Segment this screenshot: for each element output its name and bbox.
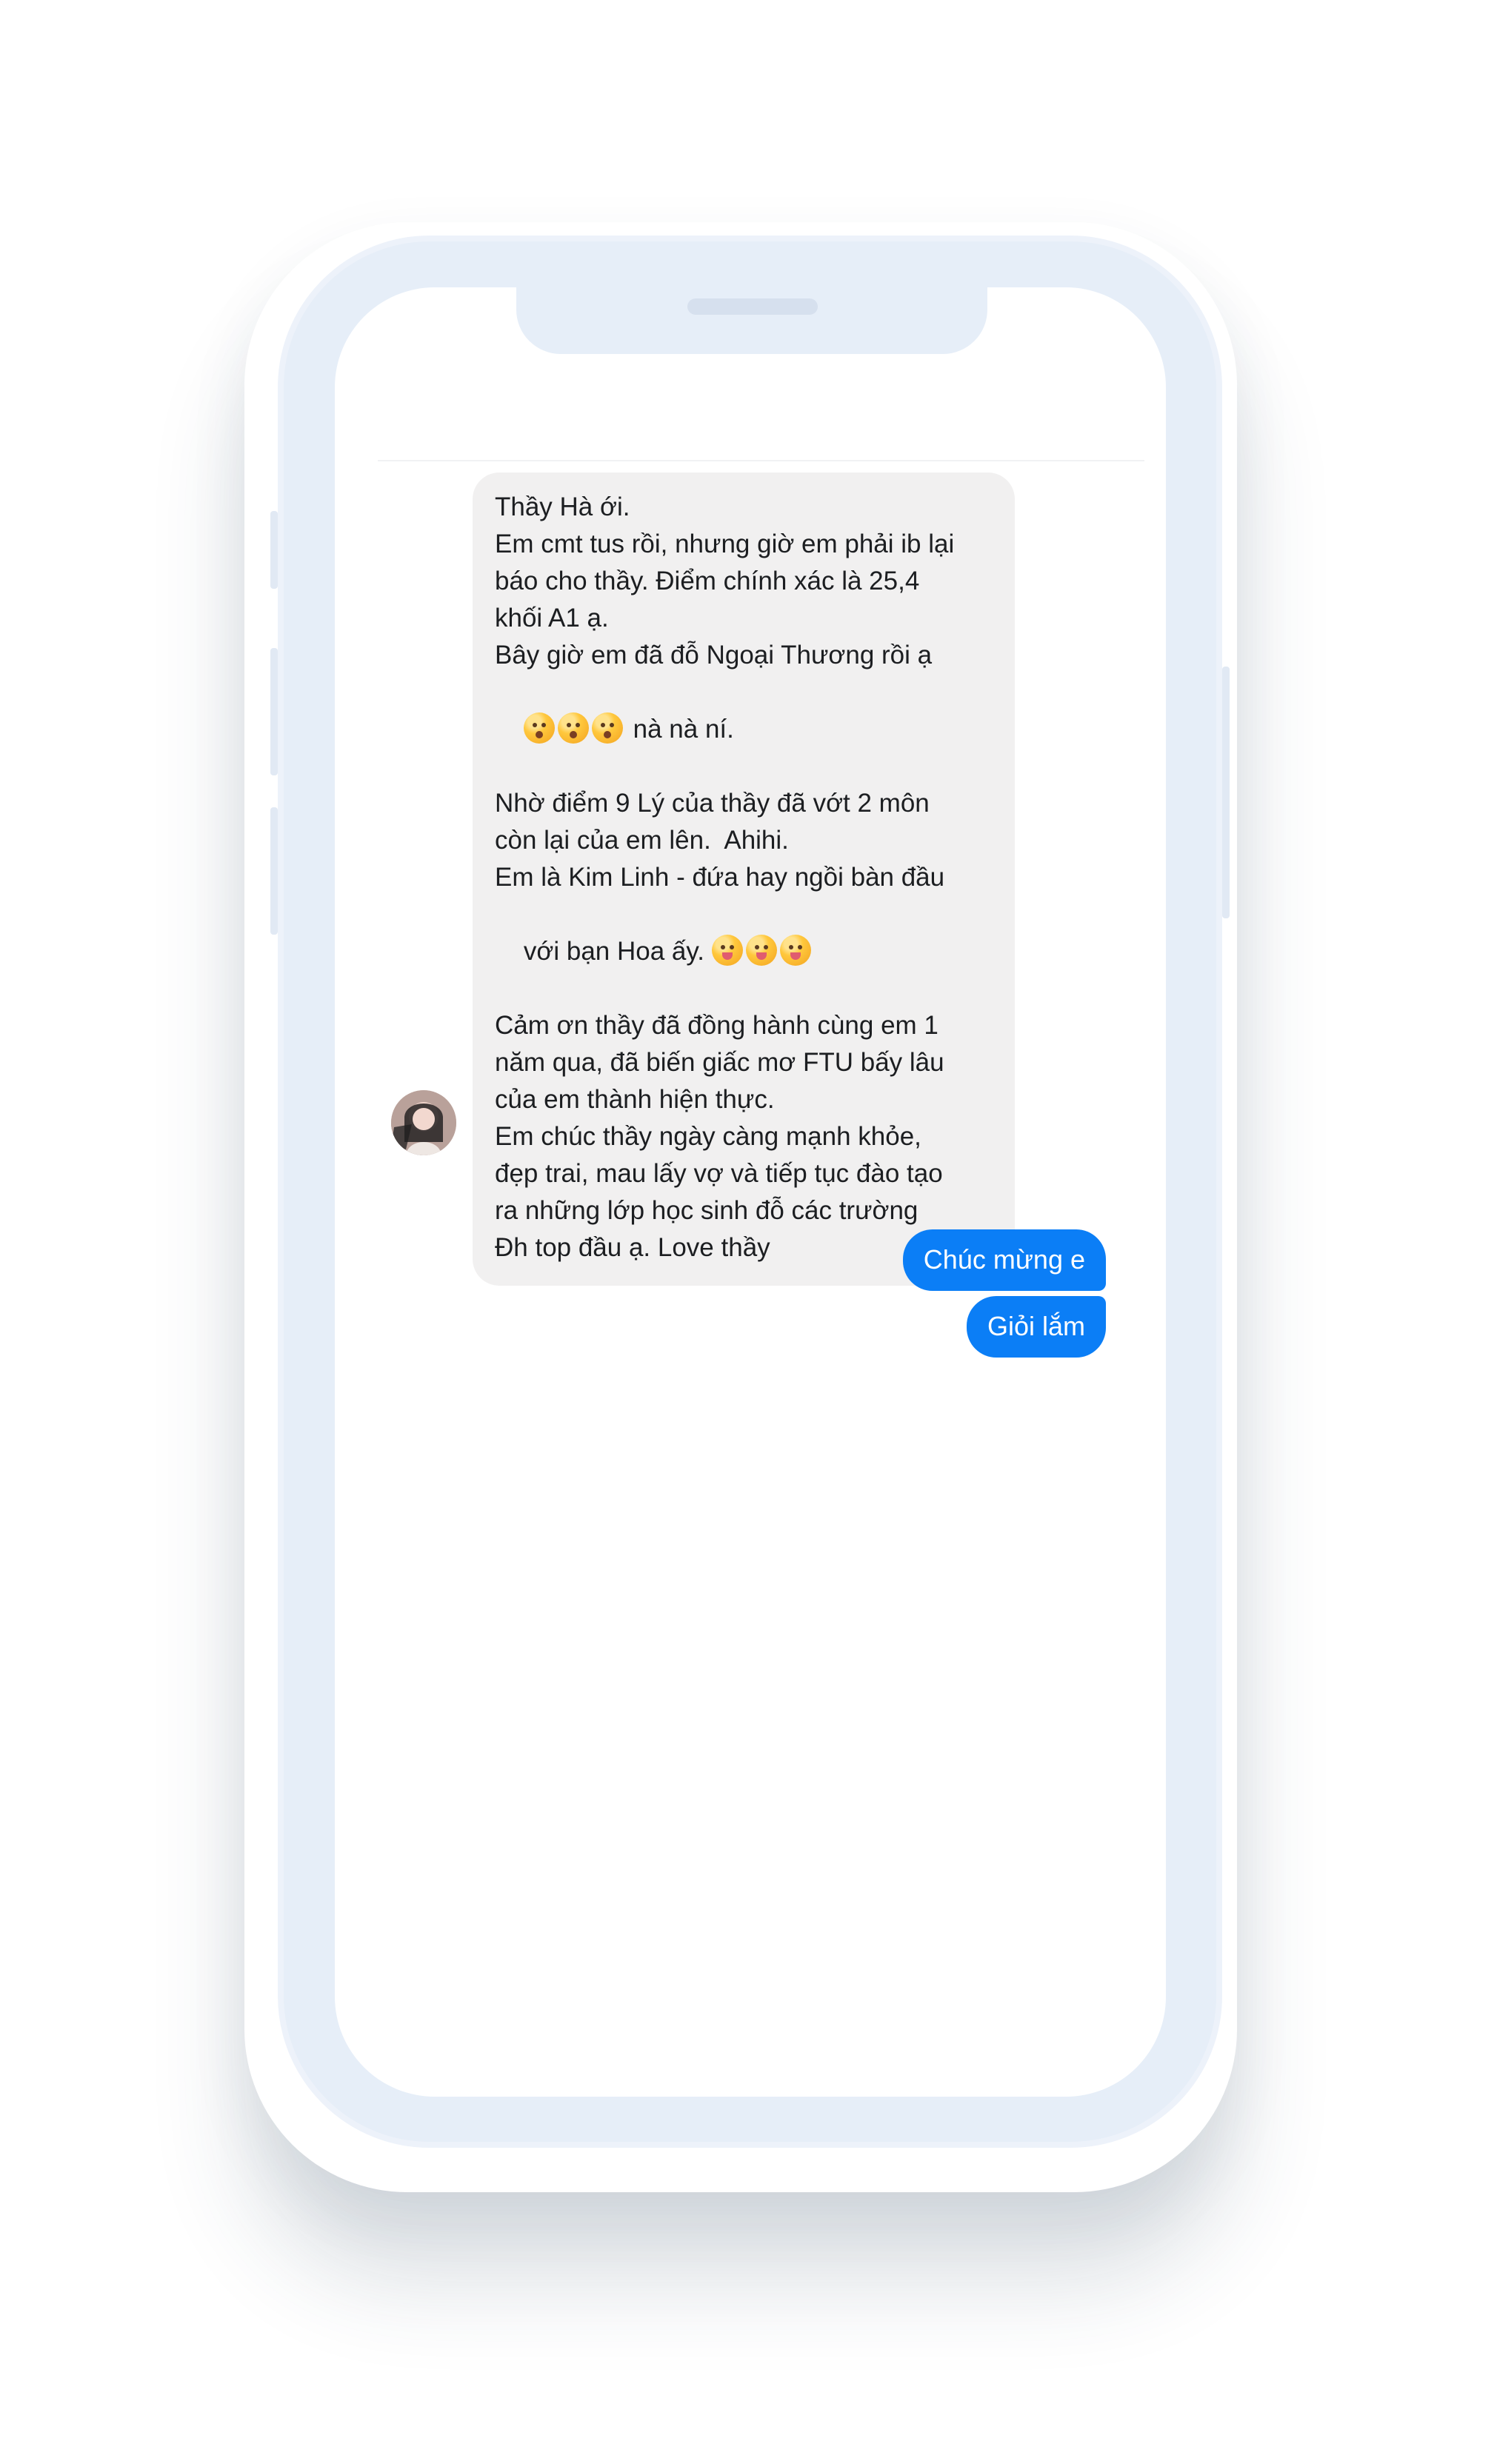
- phone-notch: [516, 278, 987, 354]
- emoji-line: với bạn Hoa ấy.: [495, 896, 994, 1007]
- tongue-face-icon: [711, 935, 743, 966]
- side-button-left-top: [270, 511, 278, 589]
- message-line: của em thành hiện thực.: [495, 1085, 775, 1114]
- message-line: ra những lớp học sinh đỗ các trường: [495, 1196, 918, 1225]
- message-line: Em chúc thầy ngày càng mạnh khỏe,: [495, 1122, 921, 1151]
- tongue-face-icon: [779, 935, 811, 966]
- message-line: Em là Kim Linh - đứa hay ngồi bàn đầu: [495, 863, 945, 892]
- kissing-face-icon: [591, 712, 623, 744]
- kissing-face-icon: [523, 712, 555, 744]
- message-line: báo cho thầy. Điểm chính xác là 25,4: [495, 567, 920, 595]
- message-line: Nhờ điểm 9 Lý của thầy đã vớt 2 môn: [495, 789, 930, 818]
- speaker-grill: [687, 298, 818, 315]
- side-button-left-middle: [270, 648, 278, 775]
- avatar[interactable]: [391, 1090, 456, 1155]
- chat-header-divider: [378, 460, 1144, 461]
- message-line-text: nà nà ní.: [625, 715, 734, 744]
- outgoing-message-bubble: Chúc mừng e: [902, 1229, 1106, 1291]
- profile-avatar-icon: [391, 1090, 456, 1155]
- side-button-right: [1222, 667, 1230, 918]
- outgoing-message-bubble: Giỏi lắm: [966, 1296, 1106, 1358]
- message-line: Thầy Hà ới.: [495, 493, 630, 521]
- message-line: năm qua, đã biến giấc mơ FTU bấy lâu: [495, 1048, 944, 1077]
- message-line: Em cmt tus rồi, nhưng giờ em phải ib lại: [495, 530, 955, 558]
- message-line: đẹp trai, mau lấy vợ và tiếp tục đào tạo: [495, 1159, 943, 1188]
- message-line: Cảm ơn thầy đã đồng hành cùng em 1: [495, 1011, 938, 1040]
- incoming-message-bubble: Thầy Hà ới. Em cmt tus rồi, nhưng giờ em…: [473, 473, 1015, 1286]
- message-line-text: với bạn Hoa ấy.: [523, 937, 712, 966]
- emoji-line: nà nà ní.: [495, 674, 994, 785]
- tongue-face-icon: [745, 935, 777, 966]
- message-line: còn lại của em lên. Ahihi.: [495, 826, 789, 855]
- kissing-face-icon: [557, 712, 589, 744]
- side-button-left-bottom: [270, 807, 278, 935]
- message-line: Bây giờ em đã đỗ Ngoại Thương rồi ạ: [495, 641, 933, 670]
- message-line: khối A1 ạ.: [495, 604, 609, 632]
